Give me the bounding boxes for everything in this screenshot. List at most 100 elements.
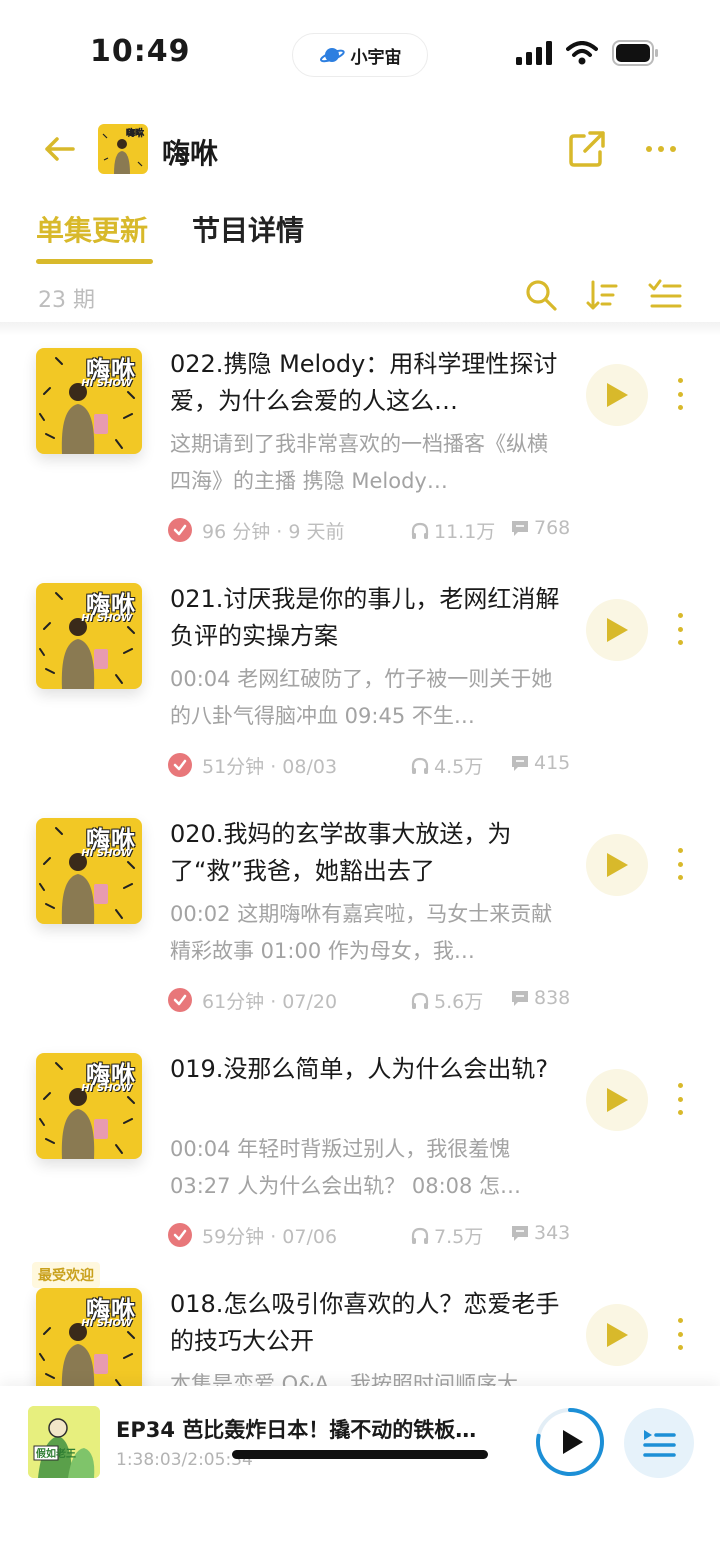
episode-duration: 96 分钟 · 9 天前	[202, 521, 345, 543]
playlist-button[interactable]	[624, 1408, 694, 1478]
played-check-icon	[168, 753, 192, 777]
back-button[interactable]	[38, 128, 80, 170]
headphones-icon	[411, 522, 429, 539]
episode-more-button[interactable]	[668, 1079, 692, 1119]
play-count-value: 7.5万	[434, 1226, 484, 1248]
episode-count: 23 期	[38, 288, 95, 313]
comment-count-value: 838	[534, 987, 571, 1009]
host-figure-icon: 嗨咻	[102, 127, 145, 174]
played-check-icon	[168, 988, 192, 1012]
episode-description: 00:04 老网红破防了，竹子被一则关于她的八卦气得脑冲血 09:45 不生…	[170, 667, 553, 728]
episode-duration: 51分钟 · 08/03	[202, 756, 338, 778]
ellipsis-icon	[646, 146, 676, 152]
tab-bar: 单集更新 节目详情	[0, 195, 720, 275]
play-count-value: 5.6万	[434, 991, 484, 1013]
episode-title[interactable]: 019.没那么简单，人为什么会出轨?	[170, 1051, 570, 1088]
cover-subtitle: HI SHOW	[81, 1083, 132, 1094]
playlist-icon	[643, 1430, 676, 1457]
episode-more-button[interactable]	[668, 1314, 692, 1354]
now-playing-cover-text: 假如老王	[36, 1447, 76, 1460]
episode-cover: 嗨咻 HI SHOW	[36, 348, 142, 454]
play-count-value: 4.5万	[434, 756, 484, 778]
comment-icon	[512, 756, 528, 771]
episode-title[interactable]: 021.讨厌我是你的事儿，老网红消解负评的实操方案	[170, 581, 570, 655]
episode-title[interactable]: 020.我妈的玄学故事大放送，为了“救”我爸，她豁出去了	[170, 816, 570, 890]
episode-play-button[interactable]	[586, 599, 648, 661]
status-bar: 10:49 小宇宙	[0, 0, 720, 100]
list-toolbar: 23 期	[0, 272, 720, 324]
now-playing-cover: 假如老王	[28, 1406, 100, 1478]
mini-player[interactable]: 假如老王 EP34 芭比轰炸日本！撬不动的铁板… 1:38:03/2:05:34	[0, 1386, 720, 1560]
tab-episode-updates[interactable]: 单集更新	[36, 209, 148, 249]
play-icon	[607, 1088, 628, 1112]
episode-play-button[interactable]	[586, 364, 648, 426]
tab-underline	[36, 259, 153, 264]
search-button[interactable]	[524, 278, 558, 312]
episode-cover: 嗨咻 HI SHOW	[36, 583, 142, 689]
play-icon	[607, 383, 628, 407]
play-count: 5.6万	[410, 987, 483, 1014]
play-count: 7.5万	[410, 1222, 483, 1249]
episode-meta: 96 分钟 · 9 天前 11.1万 768	[168, 516, 570, 546]
episode-title[interactable]: 018.怎么吸引你喜欢的人？恋爱老手的技巧大公开	[170, 1286, 570, 1360]
cover-subtitle: HI SHOW	[81, 613, 132, 624]
headphones-icon	[411, 757, 429, 774]
home-indicator	[232, 1450, 488, 1459]
tab-show-details[interactable]: 节目详情	[192, 209, 304, 249]
sort-button[interactable]	[585, 278, 619, 312]
episode-play-button[interactable]	[586, 834, 648, 896]
comment-count-value: 343	[534, 1222, 571, 1244]
episode-play-button[interactable]	[586, 1069, 648, 1131]
episode-item[interactable]: 嗨咻 HI SHOW 019.没那么简单，人为什么会出轨? 00:04 年轻时背…	[0, 1027, 720, 1262]
comment-icon	[512, 1226, 528, 1241]
cover-subtitle: HI SHOW	[81, 378, 132, 389]
app-pill[interactable]: 小宇宙	[292, 33, 428, 77]
checklist-icon	[648, 279, 682, 308]
episode-cover: 嗨咻 HI SHOW	[36, 818, 142, 924]
episode-cover: 嗨咻 HI SHOW	[36, 1053, 142, 1159]
episode-more-button[interactable]	[668, 609, 692, 649]
episode-item[interactable]: 嗨咻 HI SHOW 021.讨厌我是你的事儿，老网红消解负评的实操方案 00:…	[0, 557, 720, 792]
podcast-thumbnail: 嗨咻	[98, 124, 148, 174]
planet-icon	[319, 48, 345, 63]
more-options-button[interactable]	[640, 128, 682, 170]
filter-button[interactable]	[648, 278, 682, 312]
episode-meta: 59分钟 · 07/06 7.5万 343	[168, 1221, 570, 1251]
podcast-header: 嗨咻 嗨咻	[0, 110, 720, 190]
played-check-icon	[168, 518, 192, 542]
search-icon	[526, 280, 557, 311]
cover-subtitle: HI SHOW	[81, 1318, 132, 1329]
now-playing-title[interactable]: EP34 芭比轰炸日本！撬不动的铁板…	[116, 1414, 511, 1444]
episode-description: 00:04 年轻时背叛过别人，我很羞愧 03:27 人为什么会出轨？ 08:08…	[170, 1137, 522, 1198]
comment-count: 343	[510, 1222, 570, 1244]
play-count: 4.5万	[410, 752, 483, 779]
signal-icon	[516, 41, 552, 65]
play-count: 11.1万	[410, 517, 495, 544]
headphones-icon	[411, 1227, 429, 1244]
popular-badge: 最受欢迎	[32, 1262, 100, 1288]
episode-meta: 61分钟 · 07/20 5.6万 838	[168, 986, 570, 1016]
share-button[interactable]	[566, 128, 608, 170]
sort-icon	[586, 280, 618, 310]
comment-count: 768	[510, 517, 570, 539]
episode-cover: 嗨咻 HI SHOW	[36, 1288, 142, 1394]
episode-item[interactable]: 嗨咻 HI SHOW 020.我妈的玄学故事大放送，为了“救”我爸，她豁出去了 …	[0, 792, 720, 1027]
comment-icon	[512, 521, 528, 536]
cover-subtitle: HI SHOW	[81, 848, 132, 859]
episode-meta: 51分钟 · 08/03 4.5万 415	[168, 751, 570, 781]
comment-count-value: 415	[534, 752, 571, 774]
now-playing-art-icon: 假如老王	[28, 1406, 100, 1478]
status-icons	[516, 40, 660, 66]
episode-more-button[interactable]	[668, 844, 692, 884]
comment-count: 838	[510, 987, 570, 1009]
episode-description: 这期请到了我非常喜欢的一档播客《纵横四海》的主播 携隐 Melody…	[170, 432, 548, 493]
mini-player-play-button[interactable]	[534, 1406, 606, 1478]
comment-count: 415	[510, 752, 570, 774]
play-icon	[607, 853, 628, 877]
play-icon	[607, 618, 628, 642]
episode-play-button[interactable]	[586, 1304, 648, 1366]
episode-more-button[interactable]	[668, 374, 692, 414]
play-icon	[607, 1323, 628, 1347]
episode-item[interactable]: 嗨咻 HI SHOW 022.携隐 Melody：用科学理性探讨爱，为什么会爱的…	[0, 322, 720, 557]
episode-title[interactable]: 022.携隐 Melody：用科学理性探讨爱，为什么会爱的人这么…	[170, 346, 570, 420]
